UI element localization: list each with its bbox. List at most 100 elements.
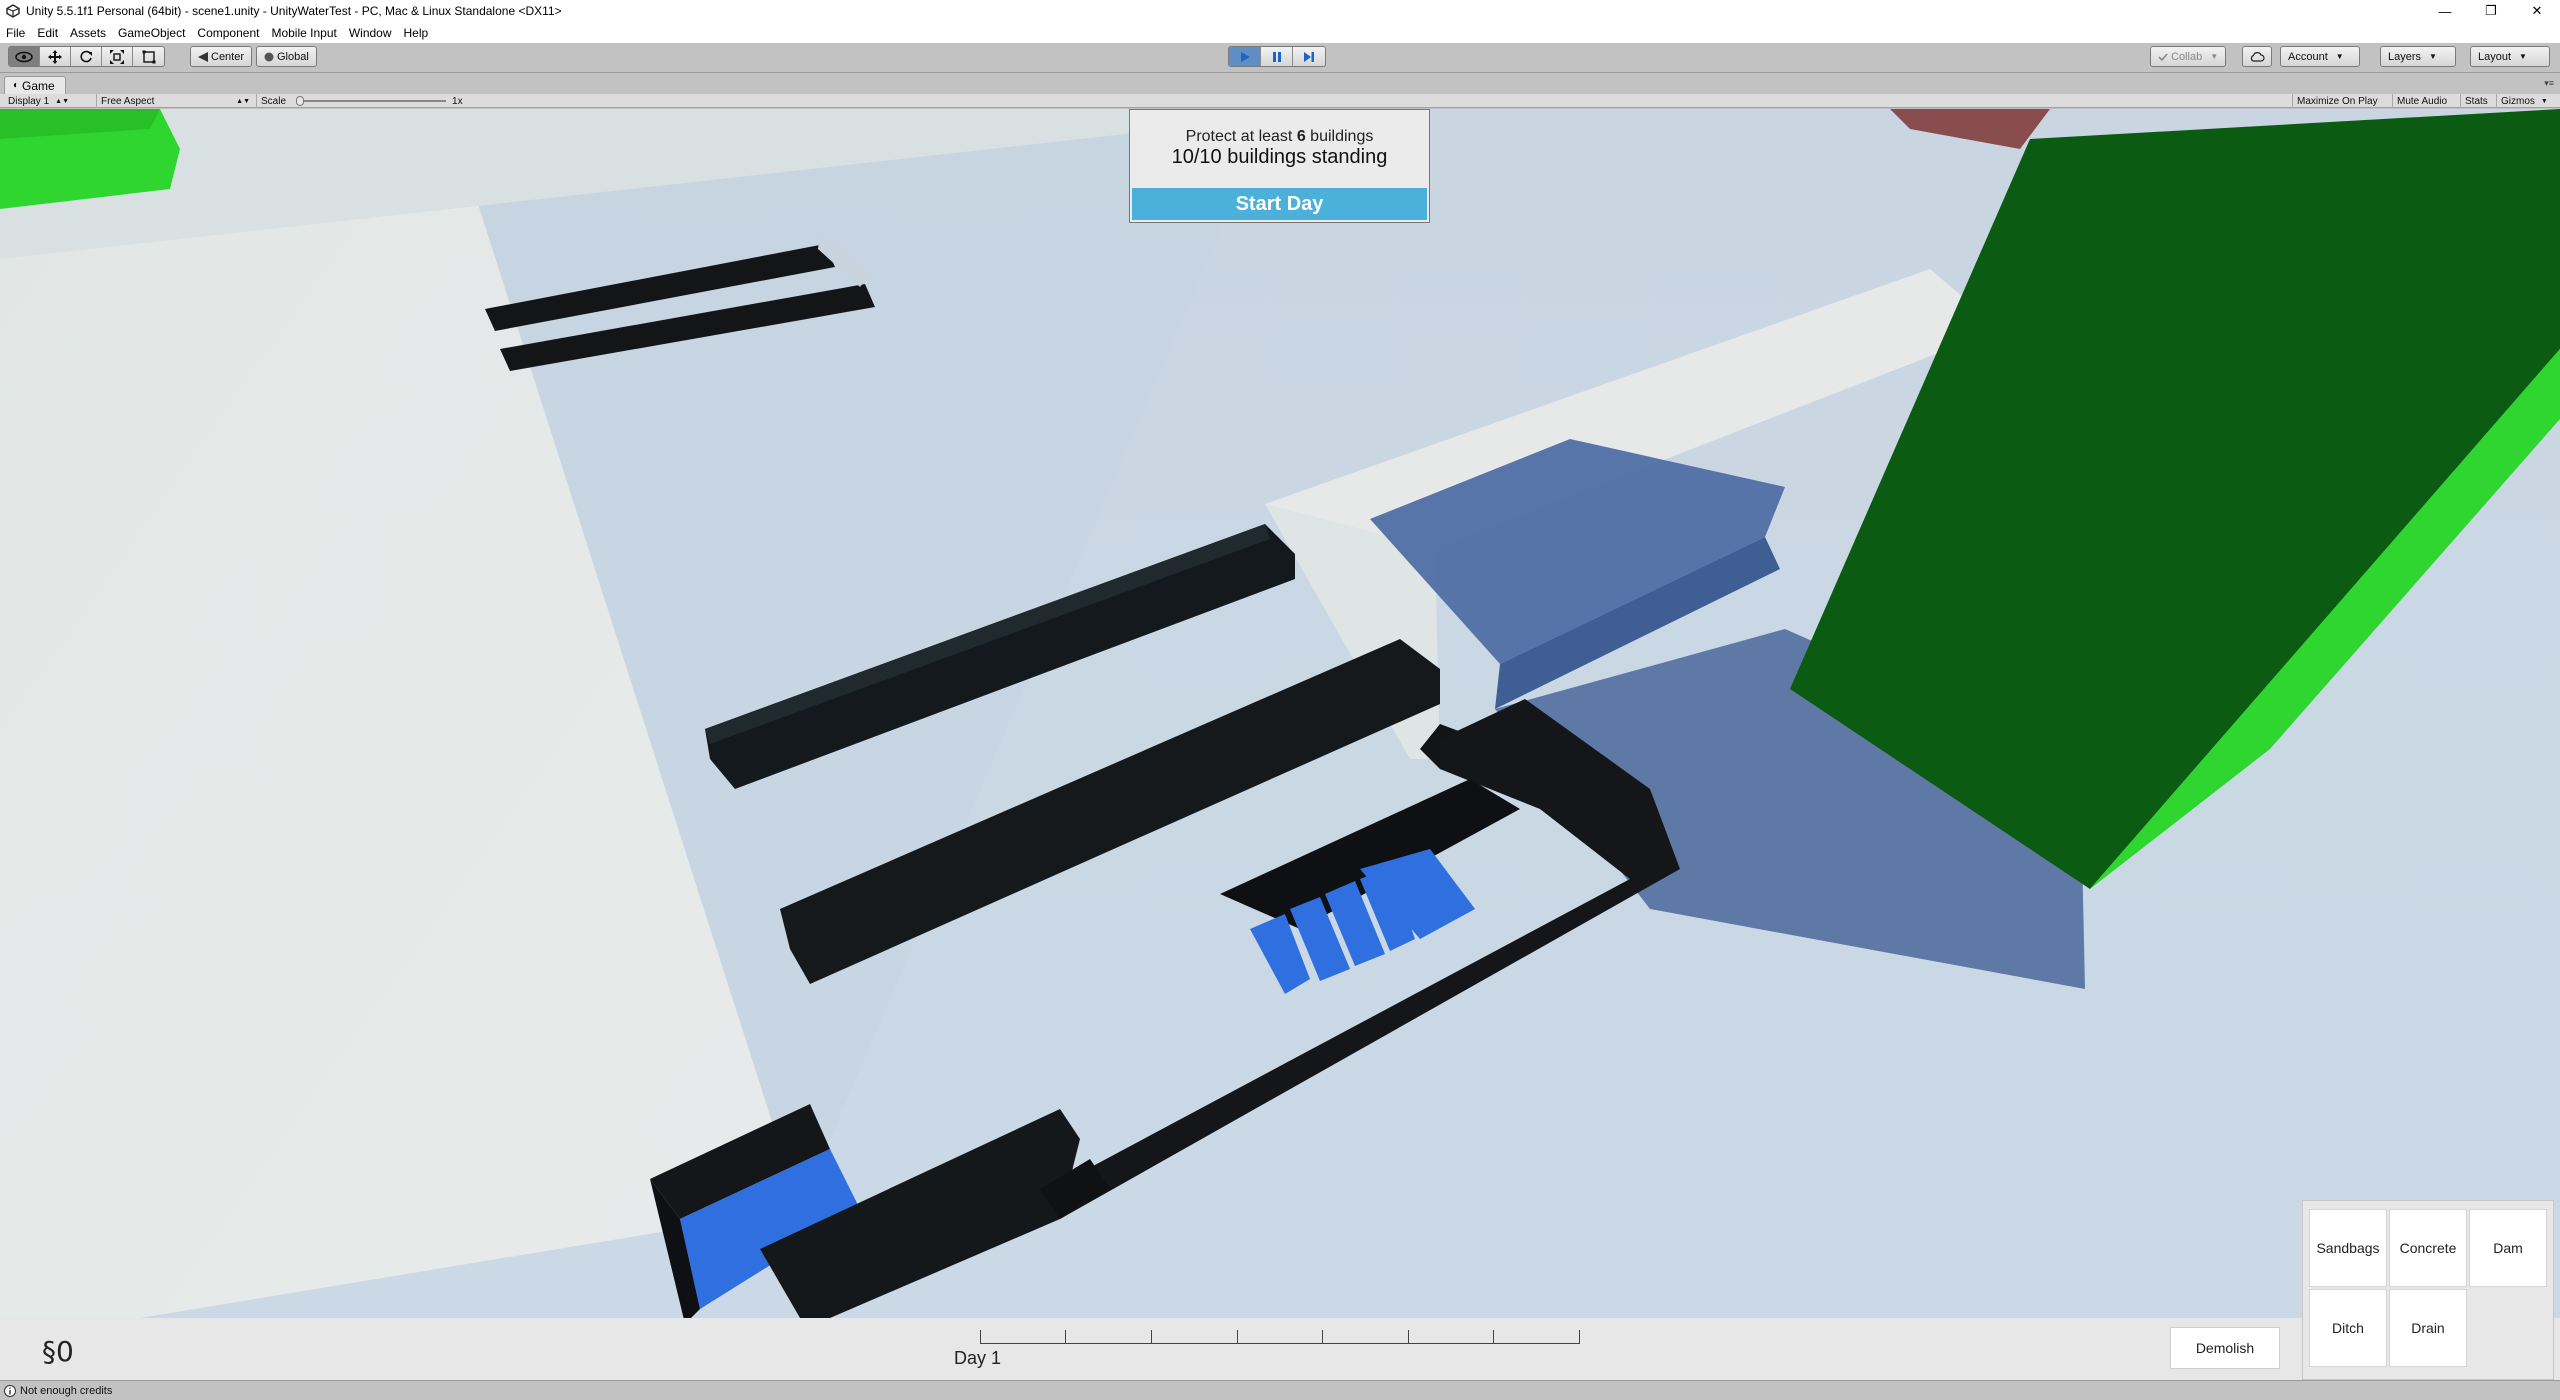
- demolish-button[interactable]: Demolish: [2170, 1327, 2280, 1369]
- step-button[interactable]: [1293, 47, 1325, 66]
- chevron-down-icon: ▼: [2540, 97, 2548, 105]
- timeline-tick: [980, 1330, 981, 1344]
- objective-prefix: Protect at least: [1185, 128, 1297, 145]
- chevron-down-icon: ▼: [2519, 52, 2527, 61]
- objective-text: Protect at least 6 buildings: [1130, 128, 1429, 146]
- objective-panel: Protect at least 6 buildings 10/10 build…: [1129, 109, 1430, 223]
- build-dam-button[interactable]: Dam: [2469, 1209, 2547, 1287]
- maximize-label: Maximize On Play: [2297, 95, 2378, 107]
- chevron-down-icon: ▲▼: [55, 97, 69, 105]
- scale-control: Scale 1x: [256, 94, 463, 108]
- tab-game[interactable]: ◐ Game: [4, 76, 66, 94]
- cloud-icon: [2250, 51, 2265, 62]
- close-button[interactable]: ✕: [2514, 0, 2560, 22]
- rect-transform-icon: [142, 50, 155, 63]
- start-day-button[interactable]: Start Day: [1132, 188, 1427, 220]
- transform-tools: [8, 46, 165, 67]
- pivot-space-button[interactable]: Global: [256, 46, 317, 67]
- move-tool-button[interactable]: [40, 47, 71, 66]
- display-dropdown[interactable]: Display 1 ▲▼: [8, 94, 84, 108]
- status-bar: Not enough credits: [0, 1380, 2560, 1400]
- menu-bar: File Edit Assets GameObject Component Mo…: [0, 22, 2560, 43]
- pivot-icon: [198, 51, 208, 62]
- layers-label: Layers: [2388, 50, 2422, 63]
- space-label: Global: [277, 50, 309, 63]
- checkmark-icon: [2158, 52, 2168, 61]
- chevron-down-icon: ▼: [2210, 52, 2219, 61]
- account-dropdown[interactable]: Account ▼: [2280, 46, 2360, 67]
- layers-dropdown[interactable]: Layers ▼: [2380, 46, 2456, 67]
- hand-tool-button[interactable]: [9, 47, 40, 66]
- mute-audio-toggle[interactable]: Mute Audio: [2392, 94, 2451, 108]
- build-ditch-button[interactable]: Ditch: [2309, 1289, 2387, 1367]
- unity-logo-icon: [6, 4, 20, 18]
- scale-label: Scale: [261, 95, 287, 107]
- rotate-tool-button[interactable]: [71, 47, 102, 66]
- menu-help[interactable]: Help: [404, 26, 429, 40]
- timeline-tick: [1151, 1330, 1152, 1344]
- scale-tool-button[interactable]: [102, 47, 133, 66]
- day-timeline: [980, 1330, 1580, 1344]
- status-message: Not enough credits: [20, 1384, 113, 1397]
- eye-icon: [15, 51, 33, 62]
- menu-assets[interactable]: Assets: [70, 26, 106, 40]
- stats-toggle[interactable]: Stats: [2460, 94, 2492, 108]
- aspect-dropdown[interactable]: Free Aspect ▲▼: [96, 94, 250, 108]
- build-options-panel: Sandbags Concrete Dam Ditch Drain: [2302, 1200, 2554, 1380]
- window-title-bar: Unity 5.5.1f1 Personal (64bit) - scene1.…: [0, 0, 2560, 22]
- menu-window[interactable]: Window: [349, 26, 392, 40]
- objective-suffix: buildings: [1305, 128, 1374, 145]
- timeline-base: [980, 1343, 1580, 1344]
- display-label: Display 1: [8, 95, 50, 107]
- menu-file[interactable]: File: [6, 26, 25, 40]
- game-tab-label: Game: [22, 78, 55, 93]
- gizmos-label: Gizmos: [2501, 95, 2535, 107]
- info-icon: [4, 1384, 16, 1397]
- scale-slider[interactable]: [296, 96, 447, 106]
- collab-label: Collab: [2171, 50, 2203, 63]
- rect-tool-button[interactable]: [133, 47, 164, 66]
- timeline-tick: [1493, 1330, 1494, 1344]
- game-scene[interactable]: [0, 109, 2560, 1318]
- game-view-controls: Display 1 ▲▼ Free Aspect ▲▼ Scale 1x Maxim…: [0, 94, 2560, 108]
- scale-slider-thumb[interactable]: [296, 96, 305, 106]
- timeline-tick: [1065, 1330, 1066, 1344]
- account-label: Account: [2288, 50, 2328, 63]
- minimize-button[interactable]: —: [2422, 0, 2468, 22]
- gizmos-dropdown[interactable]: Gizmos ▼: [2496, 94, 2552, 108]
- menu-gameobject[interactable]: GameObject: [118, 26, 185, 40]
- maximize-on-play-toggle[interactable]: Maximize On Play: [2292, 94, 2382, 108]
- pause-button[interactable]: [1261, 47, 1293, 66]
- scale-icon: [110, 49, 124, 64]
- credits-display: §0: [42, 1335, 74, 1368]
- move-arrows-icon: [48, 49, 62, 64]
- play-button[interactable]: [1229, 47, 1261, 66]
- main-toolbar: Center Global Collab ▼ Account ▼ Layers ▼ L…: [0, 43, 2560, 73]
- build-concrete-button[interactable]: Concrete: [2389, 1209, 2467, 1287]
- game-controller-icon: ◐: [13, 80, 20, 91]
- objective-count: 6: [1296, 128, 1306, 145]
- build-drain-button[interactable]: Drain: [2389, 1289, 2467, 1367]
- globe-icon: [264, 52, 274, 61]
- pivot-label: Center: [211, 50, 245, 63]
- step-icon: [1304, 51, 1314, 62]
- layout-dropdown[interactable]: Layout ▼: [2470, 46, 2550, 67]
- stats-label: Stats: [2465, 95, 2488, 107]
- timeline-tick: [1408, 1330, 1409, 1344]
- collab-dropdown[interactable]: Collab ▼: [2150, 46, 2227, 67]
- tab-menu-icon[interactable]: ▾≡: [2544, 78, 2554, 89]
- build-sandbags-button[interactable]: Sandbags: [2309, 1209, 2387, 1287]
- game-viewport[interactable]: Protect at least 6 buildings 10/10 build…: [0, 109, 2560, 1318]
- bottom-hud: §0 Day 1 Demolish: [0, 1318, 2560, 1380]
- rotate-icon: [80, 50, 92, 62]
- menu-edit[interactable]: Edit: [37, 26, 58, 40]
- cloud-button[interactable]: [2242, 46, 2272, 67]
- menu-component[interactable]: Component: [197, 26, 259, 40]
- play-icon: [1240, 51, 1250, 62]
- restore-button[interactable]: ❐: [2468, 0, 2514, 22]
- layout-label: Layout: [2478, 50, 2512, 63]
- chevron-down-icon: ▼: [2335, 52, 2344, 61]
- pivot-center-button[interactable]: Center: [190, 46, 253, 67]
- timeline-tick: [1237, 1330, 1238, 1344]
- menu-mobile-input[interactable]: Mobile Input: [271, 26, 336, 40]
